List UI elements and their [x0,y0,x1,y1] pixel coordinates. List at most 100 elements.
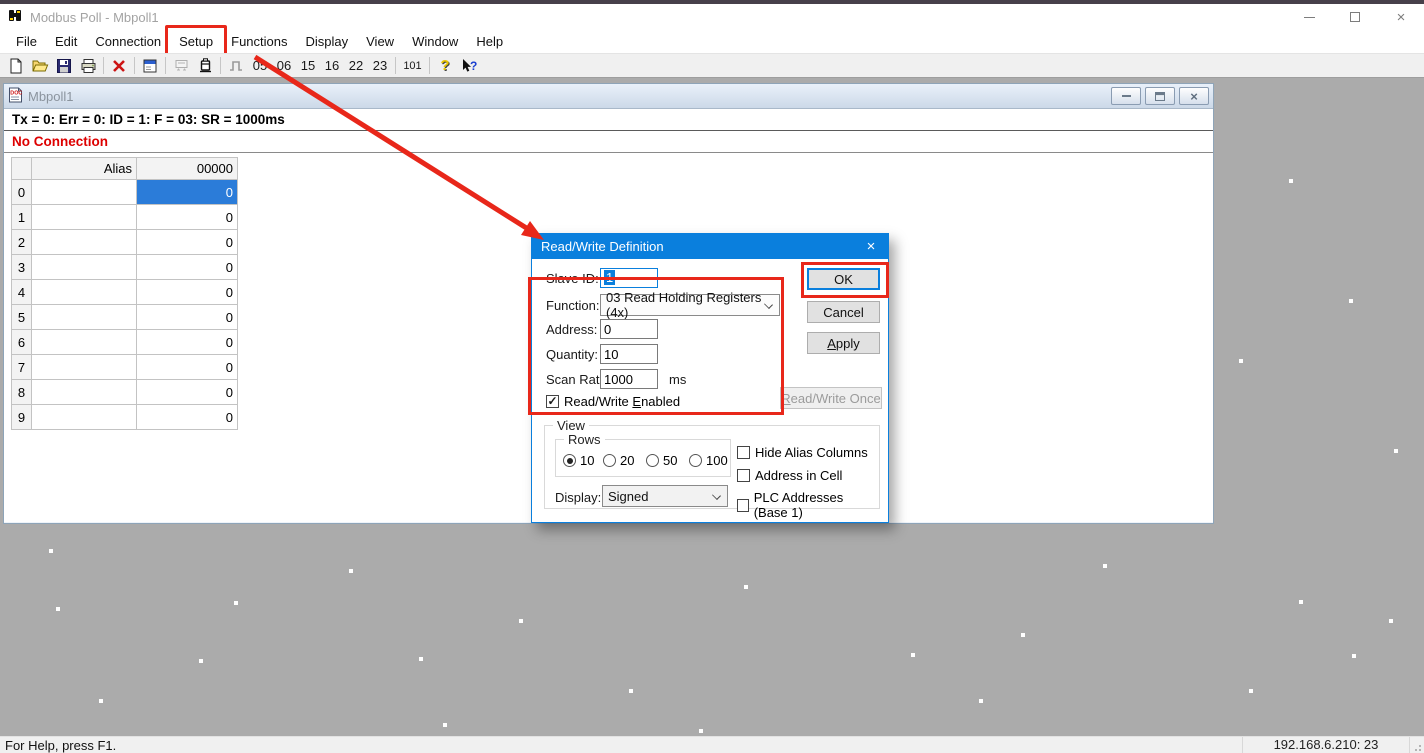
function-06-button[interactable]: 06 [272,58,296,73]
slave-id-input[interactable]: 1 [600,268,658,288]
view-group: View Rows 10 20 50 100 Hide Alias Column… [544,425,880,509]
function-101-button[interactable]: 101 [399,60,426,72]
value-cell[interactable]: 0 [137,380,238,405]
function-05-button[interactable]: 05 [248,58,272,73]
document-icon: DOC [8,87,23,106]
display-dropdown[interactable]: Signed [602,485,728,507]
alias-cell[interactable] [32,405,137,430]
dialog-close-icon[interactable]: × [854,234,888,259]
open-file-icon[interactable] [28,54,52,78]
print-icon[interactable] [76,54,100,78]
svg-text:DOC: DOC [10,90,22,96]
function-22-button[interactable]: 22 [344,58,368,73]
dialog-titlebar[interactable]: Read/Write Definition × [532,234,888,259]
value-cell-selected[interactable]: 0 [137,180,238,205]
menu-edit[interactable]: Edit [46,31,86,52]
pulse-icon[interactable] [224,54,248,78]
close-button[interactable]: × [1378,4,1424,30]
ok-button[interactable]: OK [807,268,880,290]
table-row: 3 0 [12,255,238,280]
delete-icon[interactable] [107,54,131,78]
grid-header-alias: Alias [32,158,137,180]
scan-rate-input[interactable] [600,369,658,389]
function-dropdown[interactable]: 03 Read Holding Registers (4x) [600,294,780,316]
function-15-button[interactable]: 15 [296,58,320,73]
rows-group-label: Rows [564,432,605,447]
radio-icon [646,454,659,467]
value-cell[interactable]: 0 [137,205,238,230]
alias-cell[interactable] [32,230,137,255]
checkbox-icon [737,446,750,459]
alias-cell[interactable] [32,380,137,405]
apply-button[interactable]: Apply [807,332,880,354]
resize-grip[interactable] [1410,737,1424,753]
plc-addresses-checkbox[interactable]: PLC Addresses (Base 1) [737,490,879,520]
menu-window[interactable]: Window [403,31,467,52]
poll-definition-icon[interactable] [169,54,193,78]
read-write-definition-dialog: Read/Write Definition × Slave ID: 1 Func… [531,233,889,523]
menu-setup[interactable]: Setup [170,31,222,52]
connection-status: No Connection [4,131,1213,153]
help-icon[interactable]: ? [433,54,457,78]
child-titlebar[interactable]: DOC Mbpoll1 × [4,84,1213,109]
menu-functions[interactable]: Functions [222,31,296,52]
alias-cell[interactable] [32,330,137,355]
radio-icon [689,454,702,467]
grid-header-address: 00000 [137,158,238,180]
poll-status-line: Tx = 0: Err = 0: ID = 1: F = 03: SR = 10… [4,109,1213,131]
function-23-button[interactable]: 23 [368,58,392,73]
status-help-text: For Help, press F1. [0,738,1242,753]
quantity-input[interactable] [600,344,658,364]
rows-radio-100[interactable]: 100 [689,453,728,468]
alias-cell[interactable] [32,180,137,205]
menu-view[interactable]: View [357,31,403,52]
checkbox-icon [737,469,750,482]
table-row: 5 0 [12,305,238,330]
value-cell[interactable]: 0 [137,355,238,380]
minimize-button[interactable] [1286,4,1332,30]
value-cell[interactable]: 0 [137,255,238,280]
child-minimize-button[interactable] [1111,87,1141,105]
display-definition-icon[interactable] [138,54,162,78]
value-cell[interactable]: 0 [137,405,238,430]
value-cell[interactable]: 0 [137,280,238,305]
maximize-button[interactable] [1332,4,1378,30]
child-restore-button[interactable] [1145,87,1175,105]
context-help-icon[interactable]: ? [457,54,481,78]
value-cell[interactable]: 0 [137,230,238,255]
child-close-button[interactable]: × [1179,87,1209,105]
quantity-label: Quantity: [546,347,598,362]
value-cell[interactable]: 0 [137,330,238,355]
alias-cell[interactable] [32,305,137,330]
slave-id-label: Slave ID: [546,271,599,286]
alias-cell[interactable] [32,255,137,280]
app-icon [7,8,24,27]
menu-help[interactable]: Help [467,31,512,52]
value-cell[interactable]: 0 [137,305,238,330]
window-title: Modbus Poll - Mbpoll1 [30,10,159,25]
rows-radio-10[interactable]: 10 [563,453,594,468]
alias-cell[interactable] [32,205,137,230]
alias-cell[interactable] [32,355,137,380]
save-icon[interactable] [52,54,76,78]
alias-cell[interactable] [32,280,137,305]
communication-icon[interactable] [193,54,217,78]
address-input[interactable] [600,319,658,339]
grid-corner-cell [12,158,32,180]
new-file-icon[interactable] [4,54,28,78]
desktop-stars [0,78,2,80]
main-titlebar[interactable]: Modbus Poll - Mbpoll1 × [0,4,1424,30]
hide-alias-columns-checkbox[interactable]: Hide Alias Columns [737,445,868,460]
statusbar: For Help, press F1. 192.168.6.210: 23 [0,736,1424,753]
menu-connection[interactable]: Connection [86,31,170,52]
menu-file[interactable]: File [7,31,46,52]
toolbar: 05 06 15 16 22 23 101 ? ? [0,53,1424,78]
address-in-cell-checkbox[interactable]: Address in Cell [737,468,842,483]
function-16-button[interactable]: 16 [320,58,344,73]
cancel-button[interactable]: Cancel [807,301,880,323]
rows-radio-50[interactable]: 50 [646,453,677,468]
read-write-enabled-checkbox[interactable]: ✓ Read/Write Enabled [546,394,680,409]
menu-display[interactable]: Display [297,31,358,52]
rows-radio-20[interactable]: 20 [603,453,634,468]
menubar: File Edit Connection Setup Functions Dis… [0,30,1424,53]
